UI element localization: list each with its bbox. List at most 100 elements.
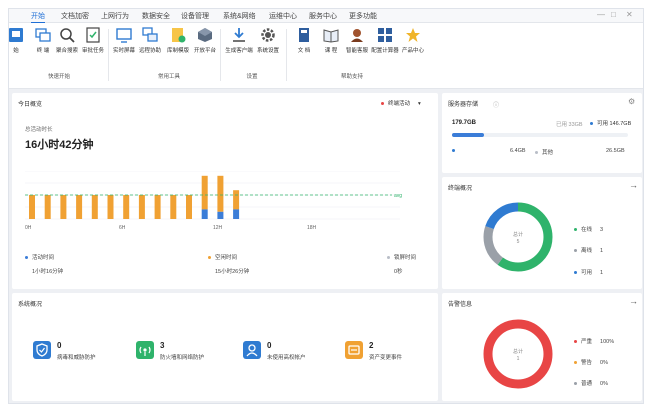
legend-idle: 空闲时间 bbox=[208, 253, 237, 261]
x-tick-label: 18H bbox=[307, 225, 317, 231]
tab-system-network[interactable]: 系统&网络 bbox=[223, 11, 256, 21]
storage-progress-bar bbox=[452, 133, 628, 137]
tab-service-center[interactable]: 服务中心 bbox=[309, 11, 337, 21]
duration-value: 16小时42分钟 bbox=[25, 139, 94, 151]
ribbon-button-system-settings[interactable]: 系统设置 bbox=[253, 27, 283, 54]
terminal-activity-select[interactable]: 终端活动 ▾ bbox=[381, 99, 421, 107]
status-dot bbox=[381, 102, 384, 106]
donut-center-value: 5 bbox=[517, 239, 520, 245]
tab-doc-encrypt[interactable]: 文档加密 bbox=[61, 11, 89, 21]
calculator-icon bbox=[378, 28, 392, 42]
minimize-icon[interactable]: — bbox=[597, 10, 605, 19]
legend-available: 可用 1 bbox=[574, 268, 603, 276]
activity-bar-chart: avg 0H 6H 12H 18H bbox=[25, 171, 402, 231]
bar-idle bbox=[60, 195, 67, 219]
arrow-right-icon[interactable]: → bbox=[629, 180, 638, 190]
legend-locked: 锁屏时间 bbox=[387, 253, 416, 261]
star-icon bbox=[406, 28, 420, 42]
feature-high-privilege[interactable]: 0 未使用高权帐户 bbox=[243, 341, 306, 361]
bar-idle bbox=[233, 190, 240, 210]
bar-idle bbox=[76, 195, 83, 219]
asset-icon bbox=[345, 341, 363, 359]
ribbon-button-remote-assist[interactable]: 远程协助 bbox=[135, 27, 165, 54]
info-icon: ⓘ bbox=[493, 103, 500, 109]
ribbon-button-approval[interactable]: 审批任务 bbox=[78, 27, 108, 54]
template-icon bbox=[172, 28, 186, 43]
storage-total: 179.7GB bbox=[452, 120, 477, 126]
group-label-quickstart: 快速开始 bbox=[47, 74, 70, 80]
group-label-settings: 设置 bbox=[246, 74, 258, 80]
terminal-overview-title: 终端概况 bbox=[448, 186, 473, 192]
system-overview-card: 系统概况 0 病毒和威胁防护 3 防火墙和网络防护 0 未使用高权帐户 2 资产… bbox=[12, 293, 438, 401]
bar-idle bbox=[201, 175, 208, 210]
bar-idle bbox=[91, 195, 98, 219]
tab-web-behavior[interactable]: 上网行为 bbox=[101, 11, 129, 21]
tab-ops-center[interactable]: 运维中心 bbox=[269, 11, 297, 21]
tab-start[interactable]: 开始 bbox=[31, 11, 45, 23]
legend-critical: 严重 100% bbox=[574, 337, 614, 345]
feature-virus-protection[interactable]: 0 病毒和威胁防护 bbox=[33, 341, 96, 361]
bar-active bbox=[201, 209, 208, 219]
download-icon bbox=[233, 28, 245, 42]
donut-center-label: 总计 bbox=[513, 348, 523, 355]
legend-active: 活动时间 bbox=[25, 253, 54, 261]
ribbon-button-open-platform[interactable]: 开放平台 bbox=[190, 27, 220, 54]
book-icon bbox=[299, 28, 309, 42]
x-tick-label: 12H bbox=[213, 225, 223, 231]
gear-icon bbox=[261, 28, 275, 42]
bar-active bbox=[233, 209, 240, 219]
bar-idle bbox=[29, 195, 35, 219]
duration-label: 总活动时长 bbox=[25, 127, 53, 133]
tab-more[interactable]: 更多功能 bbox=[349, 11, 377, 21]
ribbon-button-docs[interactable]: 文 档 bbox=[289, 27, 319, 54]
bar-idle bbox=[186, 195, 192, 219]
bar-idle bbox=[44, 195, 51, 219]
system-overview-title: 系统概况 bbox=[18, 302, 43, 308]
close-icon[interactable]: ✕ bbox=[626, 10, 633, 19]
group-divider bbox=[286, 29, 287, 81]
alert-donut-chart: 总计1 bbox=[483, 319, 553, 389]
server-storage-title: 服务器存储 bbox=[448, 102, 479, 108]
alerts-card: 告警信息 → 总计 1 严重 100% 警告 0% 普通 0% bbox=[442, 293, 642, 401]
ribbon-button-template[interactable]: 库制模版 bbox=[163, 27, 193, 54]
today-overview-title: 今日概览 bbox=[18, 102, 43, 108]
ribbon-button-generate-client[interactable]: 生成客户端 bbox=[224, 27, 254, 54]
tab-data-security[interactable]: 数据安全 bbox=[142, 11, 170, 21]
storage-row: 6.4GB bbox=[452, 148, 526, 154]
remote-icon bbox=[142, 27, 158, 42]
screen-icon bbox=[116, 28, 132, 43]
maximize-icon[interactable]: □ bbox=[611, 10, 616, 19]
storage-progress-fill bbox=[452, 133, 484, 137]
storage-available: 可用 146.7GB bbox=[590, 119, 631, 127]
storage-row-other: 其他 bbox=[535, 148, 553, 156]
feature-firewall[interactable]: 3 防火墙和网络防护 bbox=[136, 341, 204, 361]
ribbon-button-calculator[interactable]: 配置计算器 bbox=[370, 27, 400, 54]
storage-other-value: 26.5GB bbox=[606, 148, 625, 154]
legend-warning: 警告 0% bbox=[574, 358, 608, 366]
feature-asset-change[interactable]: 2 资产变更事件 bbox=[345, 341, 402, 361]
storage-used: 已用 33GB bbox=[556, 122, 583, 128]
bar-idle bbox=[107, 195, 114, 219]
legend-idle-value: 15小时26分钟 bbox=[215, 269, 250, 275]
checklist-icon bbox=[86, 27, 100, 43]
menu-bar: 开始 文档加密 上网行为 数据安全 设备管理 系统&网络 运维中心 服务中心 更… bbox=[9, 9, 643, 23]
tab-device-mgmt[interactable]: 设备管理 bbox=[181, 11, 209, 21]
alerts-title: 告警信息 bbox=[448, 302, 473, 308]
group-divider bbox=[220, 29, 221, 81]
shield-icon bbox=[33, 341, 51, 359]
avg-label: avg bbox=[394, 193, 402, 199]
group-label-help: 帮助支持 bbox=[340, 74, 363, 80]
search-icon bbox=[60, 28, 75, 43]
legend-locked-value: 0秒 bbox=[394, 269, 403, 275]
x-tick-label: 0H bbox=[25, 225, 32, 231]
arrow-right-icon[interactable]: → bbox=[629, 296, 638, 306]
donut-center-label: 总计 bbox=[513, 231, 523, 238]
settings-gear-icon[interactable]: ⚙ bbox=[628, 97, 635, 106]
legend-online: 在线 3 bbox=[574, 225, 603, 233]
group-label-tools: 常用工具 bbox=[157, 74, 180, 80]
monitor-icon bbox=[9, 28, 23, 42]
terminal-overview-card: 终端概况 → 总计 5 在线 3 离线 1 可用 1 bbox=[442, 177, 642, 289]
server-storage-card: 服务器存储 ⓘ ⚙ 179.7GB 已用 33GB 可用 146.7GB 6.4… bbox=[442, 93, 642, 173]
ribbon-button-smart-service[interactable]: 智能客服 bbox=[342, 27, 372, 54]
ribbon-button-product-center[interactable]: 产品中心 bbox=[398, 27, 428, 54]
